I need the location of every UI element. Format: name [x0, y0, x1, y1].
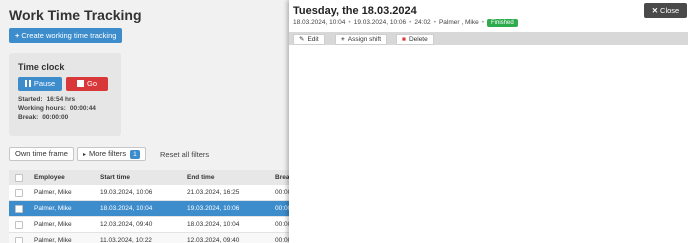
cell-start-time: 19.03.2024, 10:06: [100, 189, 153, 196]
started-label: Started:: [18, 96, 43, 103]
table-row[interactable]: Palmer, Mike 12.03.2024, 09:40 18.03.202…: [9, 217, 289, 233]
pause-button[interactable]: Pause: [18, 77, 62, 91]
delete-button[interactable]: ■ Delete: [396, 34, 434, 45]
cell-start-time: 12.03.2024, 09:40: [100, 221, 153, 228]
separator-dot: •: [409, 19, 412, 26]
column-header-end[interactable]: End time: [187, 170, 271, 185]
separator-dot: •: [433, 19, 436, 26]
started-row: Started: 16:54 hrs: [18, 96, 75, 103]
row-checkbox[interactable]: [15, 237, 23, 243]
tracking-table: Employee Start time End time Break Palme…: [9, 170, 289, 243]
column-header-break[interactable]: Break: [275, 170, 289, 185]
table-row[interactable]: Palmer, Mike 19.03.2024, 10:06 21.03.202…: [9, 185, 289, 201]
detail-meta: 18.03.2024, 10:04 • 19.03.2024, 10:06 • 24:0…: [293, 19, 518, 27]
row-checkbox[interactable]: [15, 205, 23, 213]
cell-break: 00:00:00: [275, 189, 289, 196]
detail-toolbar: ✎ Edit + Assign shift ■ Delete: [289, 32, 688, 45]
break-label: Break:: [18, 114, 39, 121]
cell-end-time: 21.03.2024, 16:25: [187, 189, 240, 196]
working-hours-label: Working hours:: [18, 105, 66, 112]
detail-duration: 24:02: [414, 19, 431, 26]
plus-icon: +: [341, 36, 345, 43]
go-button[interactable]: Go: [66, 77, 108, 91]
edit-label: Edit: [307, 36, 319, 43]
table-row[interactable]: Palmer, Mike 11.03.2024, 10:22 12.03.202…: [9, 233, 289, 243]
cell-start-time: 18.03.2024, 10:04: [100, 205, 153, 212]
table-row-selected[interactable]: Palmer, Mike 18.03.2024, 10:04 19.03.202…: [9, 201, 289, 217]
reset-filters-link[interactable]: Reset all filters: [160, 150, 209, 159]
table-header: Employee Start time End time Break: [9, 170, 289, 185]
status-badge: Finished: [486, 19, 518, 27]
working-hours-value: 00:00:44: [69, 105, 96, 112]
cell-break: 00:00:00: [275, 221, 289, 228]
close-button[interactable]: ✕ Close: [644, 3, 687, 18]
started-value: 16:54 hrs: [46, 96, 76, 103]
close-label: Close: [660, 6, 680, 15]
cell-end-time: 19.03.2024, 10:06: [187, 205, 240, 212]
row-checkbox[interactable]: [15, 221, 23, 229]
trash-icon: ■: [402, 36, 406, 43]
cell-end-time: 12.03.2024, 09:40: [187, 237, 240, 243]
edit-button[interactable]: ✎ Edit: [293, 34, 325, 45]
cell-employee: Palmer, Mike: [34, 189, 72, 196]
time-clock-title: Time clock: [18, 62, 65, 72]
break-value: 00:00:00: [42, 114, 69, 121]
time-clock-panel: Time clock Pause Go Started: 16:54 hrs Wo…: [9, 53, 121, 136]
detail-end: 19.03.2024, 10:06: [353, 19, 407, 26]
column-header-employee[interactable]: Employee: [34, 170, 96, 185]
cell-end-time: 18.03.2024, 10:04: [187, 221, 240, 228]
pause-icon: [24, 80, 31, 87]
cell-break: 00:00:00: [275, 237, 289, 243]
plus-icon: +: [15, 31, 20, 40]
stop-icon: [76, 80, 84, 87]
cell-break: 00:00:00: [275, 205, 289, 212]
assign-shift-label: Assign shift: [347, 36, 382, 43]
pencil-icon: ✎: [299, 36, 305, 43]
go-label: Go: [86, 79, 97, 88]
page-title: Work Time Tracking: [9, 7, 142, 23]
tracking-list-pane: Work Time Tracking + Create working time …: [0, 0, 289, 243]
cell-start-time: 11.03.2024, 10:22: [100, 237, 152, 243]
select-all-checkbox[interactable]: [15, 174, 23, 182]
close-icon: ✕: [651, 6, 659, 15]
app-window: Work Time Tracking + Create working time …: [0, 0, 688, 243]
create-tracking-label: Create working time tracking: [21, 31, 117, 40]
cell-employee: Palmer, Mike: [34, 205, 72, 212]
row-checkbox[interactable]: [15, 189, 23, 197]
assign-shift-button[interactable]: + Assign shift: [335, 34, 388, 45]
cell-employee: Palmer, Mike: [34, 237, 72, 243]
separator-dot: •: [481, 19, 484, 26]
cell-employee: Palmer, Mike: [34, 221, 72, 228]
detail-employee: Palmer , Mike: [438, 19, 479, 26]
detail-start: 18.03.2024, 10:04: [293, 19, 346, 26]
separator-dot: •: [348, 19, 351, 26]
column-header-start[interactable]: Start time: [100, 170, 182, 185]
detail-title: Tuesday, the 18.03.2024: [293, 5, 417, 17]
detail-panel: Tuesday, the 18.03.2024 18.03.2024, 10:0…: [289, 0, 688, 243]
pause-label: Pause: [33, 79, 56, 88]
working-hours-row: Working hours: 00:00:44: [18, 105, 96, 112]
delete-label: Delete: [408, 36, 428, 43]
break-row: Break: 00:00:00: [18, 114, 68, 121]
caret-right-icon: ▸: [83, 152, 87, 158]
create-tracking-button[interactable]: + Create working time tracking: [9, 28, 123, 43]
more-filters-label: More filters: [89, 149, 127, 158]
more-filters-button[interactable]: ▸ More filters 1: [77, 147, 146, 161]
filter-count-badge: 1: [130, 150, 140, 159]
own-time-frame-button[interactable]: Own time frame: [9, 147, 74, 161]
